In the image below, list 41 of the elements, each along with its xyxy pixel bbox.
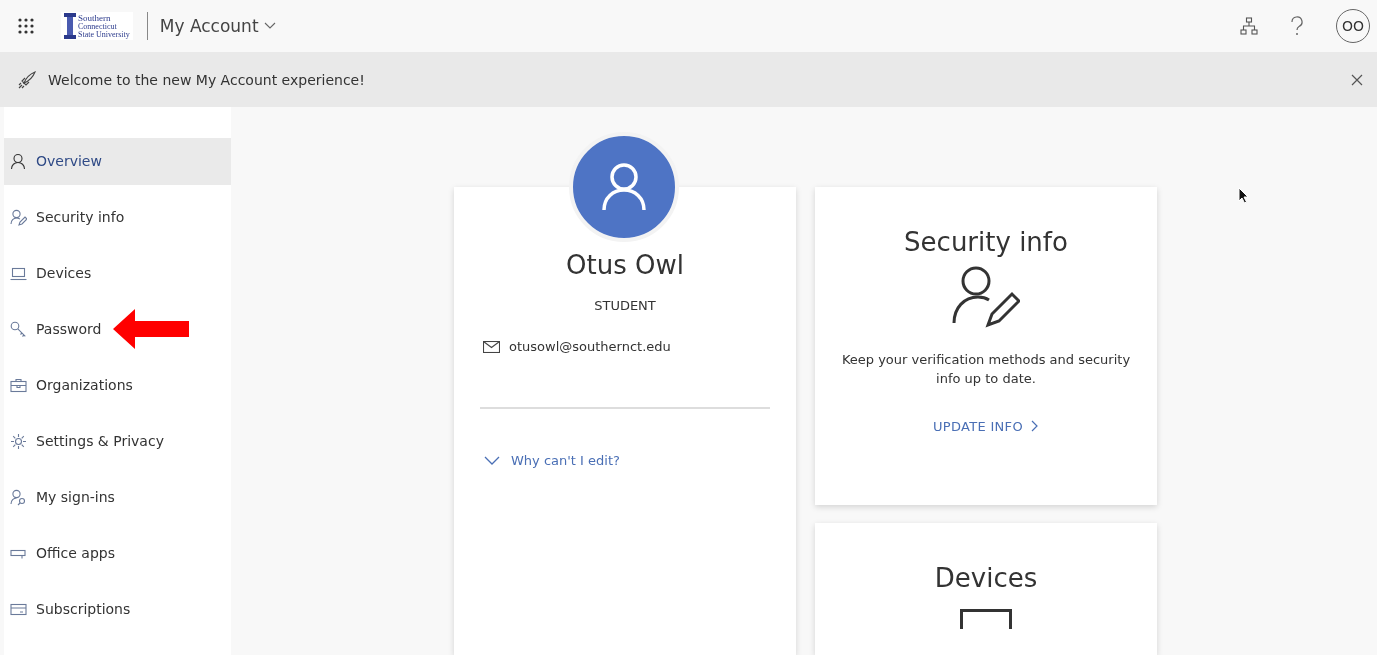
nav-item[interactable]: Subscriptions (4, 585, 131, 633)
person-key-icon (10, 488, 27, 506)
nav-item[interactable]: My sign-ins (4, 473, 115, 521)
chevron-down-icon (263, 22, 276, 30)
nav-item[interactable]: Password (4, 305, 102, 353)
monitor-icon (960, 609, 1012, 630)
card-title: Devices (934, 563, 1038, 594)
mouse-cursor-icon (1238, 187, 1249, 204)
nav-item[interactable]: Organizations (4, 361, 133, 409)
chevron-down-icon (484, 455, 500, 466)
nav-item[interactable]: Office apps (4, 529, 115, 577)
gear-icon (10, 432, 27, 450)
mail-icon (483, 340, 500, 353)
help-icon[interactable] (1290, 16, 1304, 36)
nav-item[interactable]: Devices (4, 249, 92, 297)
card-title: Security info (904, 227, 1068, 257)
why-cant-i-edit-link[interactable]: Why can't I edit? (484, 453, 620, 468)
person-pen-icon (10, 208, 27, 226)
person-pen-icon (952, 265, 1020, 329)
logo-text: State University (78, 30, 130, 39)
org-chart-icon[interactable] (1240, 17, 1258, 35)
update-info-link[interactable]: UPDATE INFO (933, 418, 1039, 434)
nav-item[interactable]: Overview (4, 137, 231, 185)
nav-item[interactable]: Settings & Privacy (4, 417, 164, 465)
person-icon (10, 152, 27, 170)
app-launcher-icon[interactable] (17, 17, 35, 35)
user-name: Otus Owl (566, 250, 684, 280)
card-description: Keep your verification methods and security info up to date. (840, 351, 1132, 388)
key-icon (10, 320, 27, 338)
logo-text: Southern (78, 13, 112, 23)
welcome-message: Welcome to the new My Account experience! (48, 71, 366, 88)
chevron-right-icon (1030, 420, 1039, 433)
app-title-menu[interactable]: My Account (159, 16, 276, 36)
close-icon[interactable] (1351, 73, 1363, 86)
user-email: otusowl@southernct.edu (509, 339, 671, 354)
briefcase-icon (10, 376, 27, 394)
rocket-icon (18, 70, 36, 89)
user-role: STUDENT (594, 298, 656, 313)
nav-item[interactable]: Security info (4, 193, 125, 241)
logo-text: Connecticut (78, 22, 118, 31)
column-icon (64, 13, 76, 39)
